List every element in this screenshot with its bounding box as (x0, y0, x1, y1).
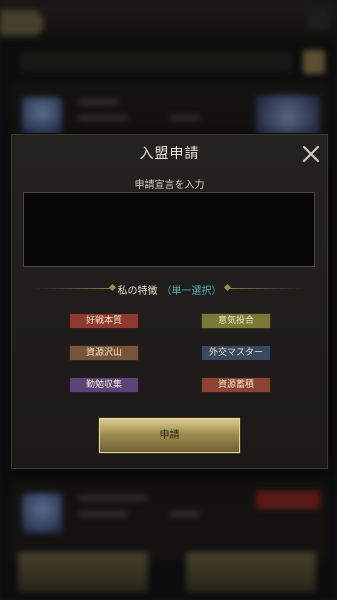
trait-option[interactable]: 外交マスター (201, 345, 271, 361)
trait-option[interactable]: 好戦本質 (69, 313, 139, 329)
trait-option[interactable]: 意気投合 (201, 313, 271, 329)
dialog-title-bar: 入盟申請 (12, 135, 327, 173)
trait-option[interactable]: 資源沢山 (69, 345, 139, 361)
close-button[interactable] (299, 142, 323, 166)
traits-title-subtitle: （単一選択） (161, 286, 222, 297)
join-application-dialog: 入盟申請 申請宣言を入力 私の特徴 （単一選択） 好戦本質 意気投合 資源沢山 外… (11, 134, 328, 469)
declaration-input[interactable] (23, 192, 315, 267)
traits-title-main: 私の特徴 (117, 286, 158, 297)
close-icon (299, 142, 323, 166)
traits-title: 私の特徴 （単一選択） (12, 282, 327, 297)
declaration-header: 申請宣言を入力 (12, 173, 327, 191)
declaration-label: 申請宣言を入力 (134, 180, 205, 191)
dialog-title: 入盟申請 (139, 146, 200, 162)
traits-header: 私の特徴 （単一選択） (12, 279, 327, 299)
trait-option[interactable]: 資源蓄積 (201, 377, 271, 393)
apply-button[interactable]: 申請 (98, 417, 241, 454)
trait-option[interactable]: 勤勉収集 (69, 377, 139, 393)
